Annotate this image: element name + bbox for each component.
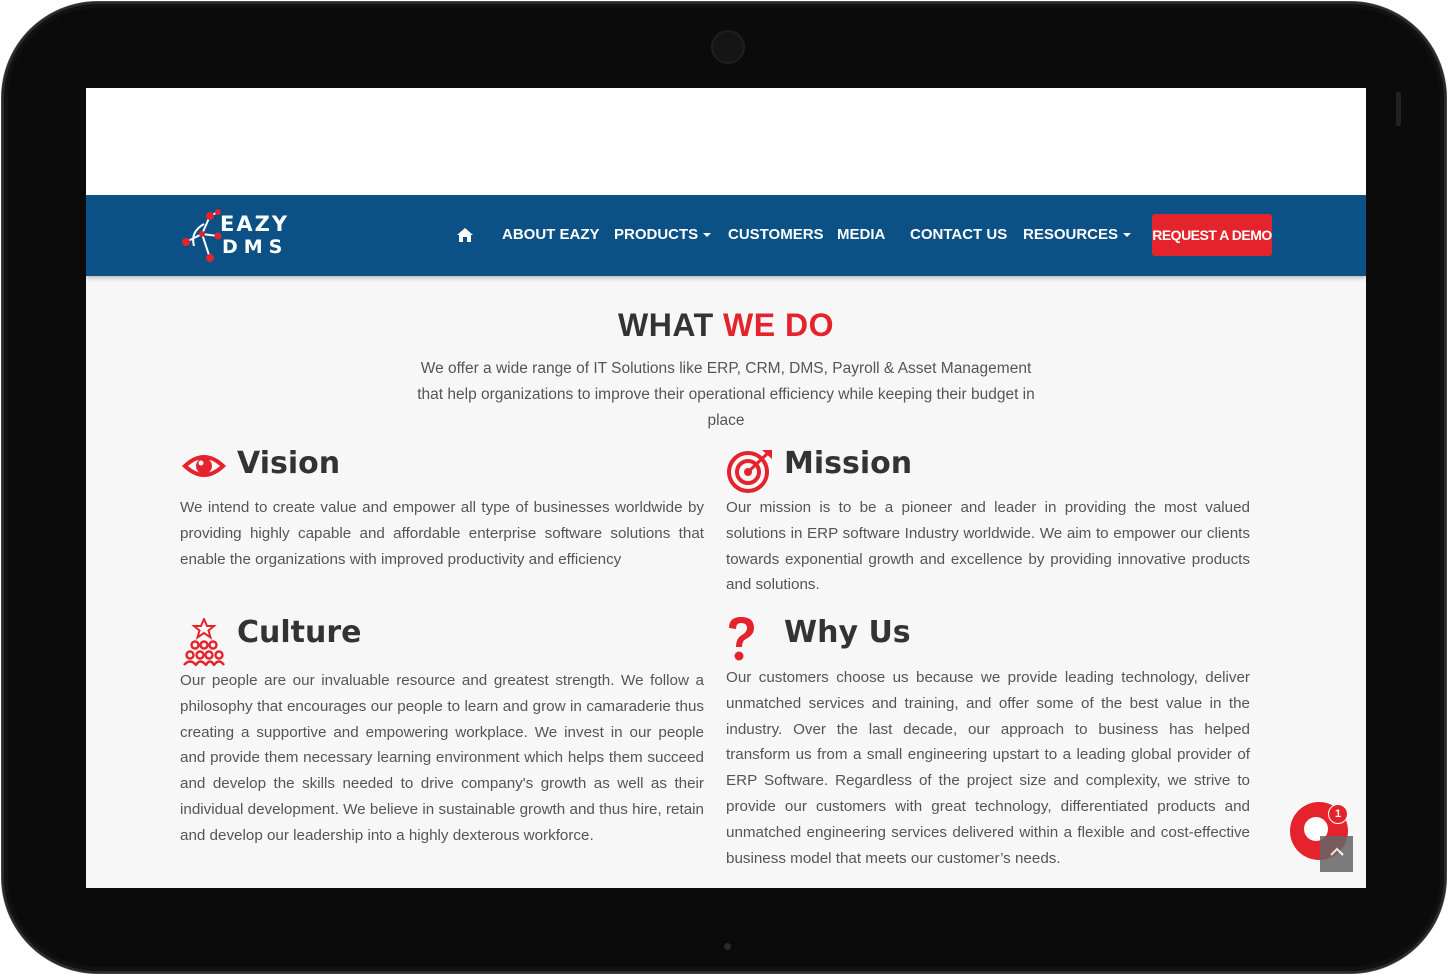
nav-products-label: PRODUCTS [614, 226, 699, 243]
chevron-down-icon [1123, 233, 1132, 238]
nav-media[interactable]: MEDIA [837, 226, 885, 243]
vision-text: We intend to create value and empower al… [180, 499, 704, 568]
mission-heading: Mission [784, 446, 913, 481]
nav-resources[interactable]: RESOURCES [1023, 226, 1132, 243]
request-demo-button[interactable]: REQUEST A DEMO [1152, 214, 1272, 256]
scroll-top-button[interactable] [1320, 836, 1353, 872]
nav-contact[interactable]: CONTACT US [910, 226, 1007, 243]
home-indicator [724, 943, 731, 950]
camera-icon [711, 30, 745, 64]
title-part2: WE DO [723, 307, 834, 343]
section-title: WHAT WE DO [86, 307, 1366, 344]
nav-resources-label: RESOURCES [1023, 226, 1119, 243]
home-icon[interactable] [456, 227, 474, 243]
culture-text: Our people are our invaluable resource a… [180, 672, 704, 844]
question-icon [726, 616, 756, 667]
side-button [1396, 92, 1401, 126]
vision-heading: Vision [237, 446, 341, 481]
top-banner-area [86, 88, 1366, 195]
logo-text-dms: DMS [222, 236, 289, 258]
mission-text: Our mission is to be a pioneer and leade… [726, 499, 1250, 594]
title-part1: WHAT [618, 307, 714, 343]
chevron-up-icon [1329, 847, 1344, 856]
nav-products[interactable]: PRODUCTS [614, 226, 712, 243]
whyus-heading: Why Us [784, 615, 911, 650]
nav-customers[interactable]: CUSTOMERS [728, 226, 824, 243]
section-intro: We offer a wide range of IT Solutions li… [417, 360, 1035, 429]
chat-badge: 1 [1328, 804, 1348, 824]
navbar: EAZY DMS ABOUT EAZY PRODUCTS CUSTOMERS M… [86, 195, 1366, 276]
logo[interactable]: EAZY DMS [180, 206, 292, 266]
nav-about[interactable]: ABOUT EAZY [502, 226, 600, 243]
logo-text-eazy: EAZY [220, 212, 290, 236]
team-icon [182, 616, 226, 671]
whyus-text: Our customers choose us because we provi… [726, 669, 1250, 867]
eye-icon [180, 450, 228, 487]
target-icon [726, 448, 774, 499]
chevron-down-icon [703, 233, 712, 238]
culture-heading: Culture [237, 615, 362, 650]
screen: EAZY DMS ABOUT EAZY PRODUCTS CUSTOMERS M… [86, 88, 1366, 888]
